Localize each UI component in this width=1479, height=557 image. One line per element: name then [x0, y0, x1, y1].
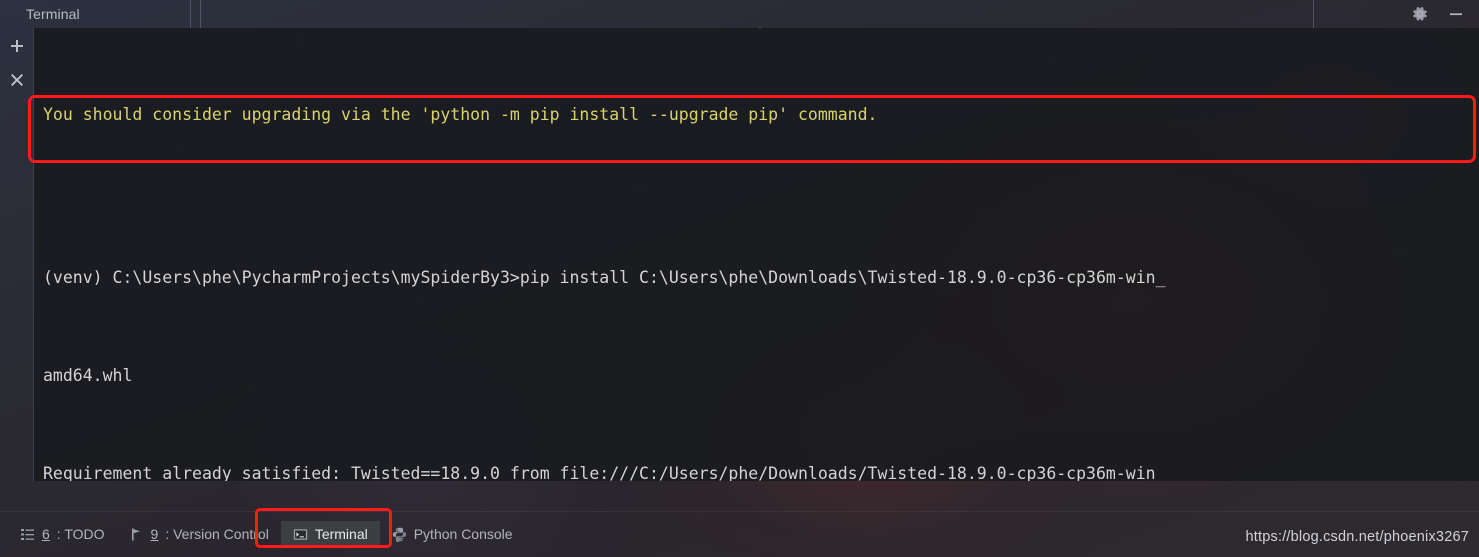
- terminal-line: Requirement already satisfied: Twisted==…: [43, 463, 1166, 481]
- terminal-line-command: (venv) C:\Users\phe\PycharmProjects\mySp…: [43, 268, 1166, 288]
- terminal-output-area[interactable]: You should consider upgrading via the 'p…: [33, 28, 1479, 481]
- status-item-vc-label: : Version Control: [165, 526, 269, 542]
- branch-icon: [129, 527, 144, 542]
- tool-tab-label: Terminal: [26, 6, 80, 22]
- status-bar-top-border: [0, 511, 1479, 512]
- watermark-url: https://blog.csdn.net/phoenix3267: [1245, 529, 1469, 545]
- status-item-todo[interactable]: 6 : TODO: [8, 521, 117, 547]
- terminal-gutter-toolbar: [0, 28, 33, 481]
- python-icon: [392, 527, 407, 542]
- terminal-output-lines: You should consider upgrading via the 'p…: [34, 34, 1479, 481]
- plus-icon[interactable]: [7, 36, 27, 56]
- titlebar-actions: [1411, 0, 1479, 28]
- ide-status-bar: 6 : TODO 9 : Version Control Terminal Py…: [0, 511, 1479, 557]
- status-item-version-control[interactable]: 9 : Version Control: [117, 521, 281, 547]
- pycharm-terminal-window: Terminal You should consider upgrading v…: [0, 0, 1479, 557]
- titlebar-divider-left: [190, 0, 191, 28]
- gear-icon[interactable]: [1411, 5, 1429, 23]
- status-item-vc-number: 9: [150, 526, 159, 542]
- tool-window-titlebar: Terminal: [0, 0, 1479, 28]
- close-icon[interactable]: [7, 70, 27, 90]
- tool-window-tab-strip: Terminal: [0, 0, 201, 28]
- status-item-terminal[interactable]: Terminal: [280, 521, 380, 547]
- terminal-line: You should consider upgrading via the 'p…: [43, 105, 878, 125]
- status-item-python-console-label: Python Console: [413, 526, 513, 542]
- terminal-line-command-wrap: amd64.whl: [43, 365, 133, 385]
- status-item-todo-label: : TODO: [56, 526, 105, 542]
- status-item-todo-number: 6: [42, 526, 50, 542]
- tool-tab-terminal[interactable]: Terminal: [0, 0, 201, 28]
- minimize-icon[interactable]: [1447, 5, 1465, 23]
- status-item-terminal-label: Terminal: [314, 526, 368, 542]
- todo-list-icon: [20, 527, 35, 542]
- titlebar-divider-right: [1313, 0, 1314, 28]
- titlebar-spacer: [201, 0, 1411, 28]
- status-item-python-console[interactable]: Python Console: [380, 521, 525, 547]
- terminal-icon: [293, 527, 308, 542]
